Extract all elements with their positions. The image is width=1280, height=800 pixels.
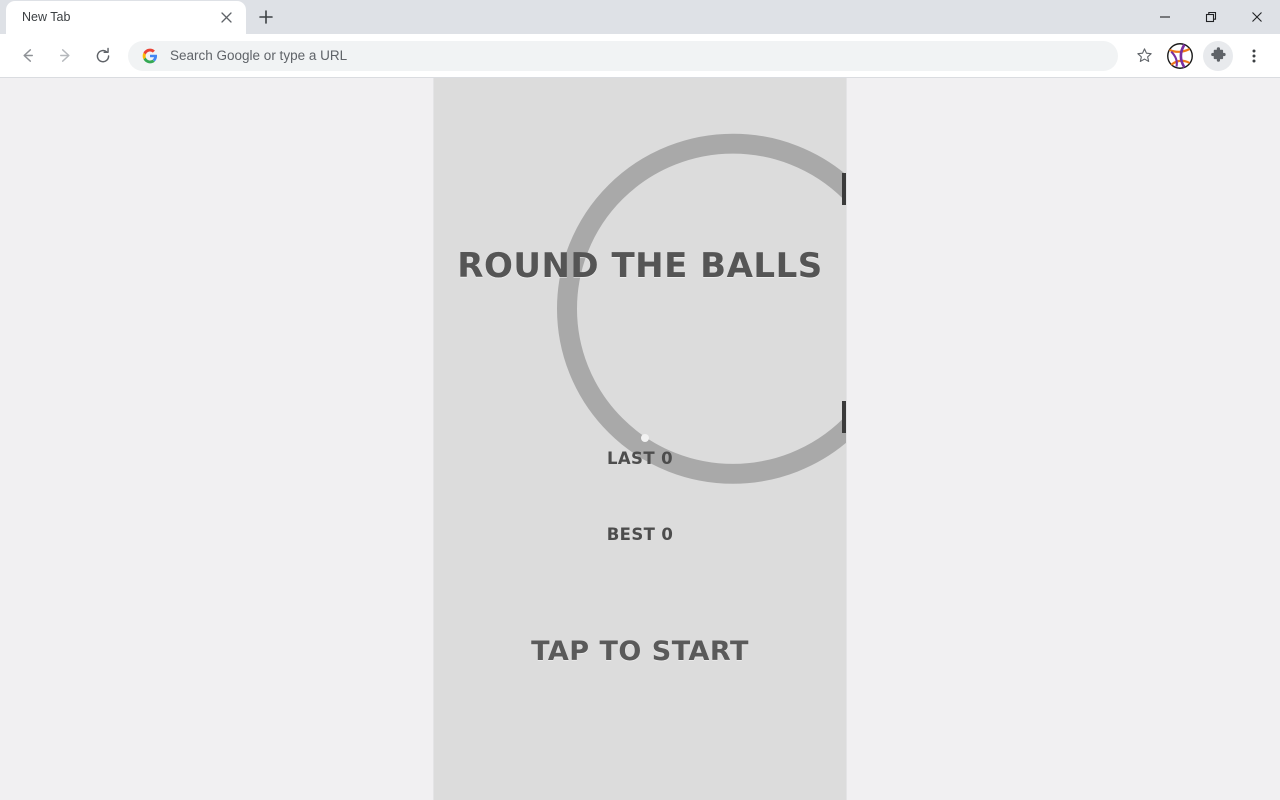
arrow-left-icon[interactable] [11, 40, 43, 72]
minimize-icon[interactable] [1142, 0, 1188, 34]
ring-edge-mark-bottom [842, 401, 846, 433]
address-bar-placeholder: Search Google or type a URL [170, 48, 348, 63]
game-title: ROUND THE BALLS [457, 246, 823, 286]
tap-to-start-button[interactable]: TAP TO START [434, 636, 846, 667]
toolbar-actions [1126, 40, 1272, 71]
ring-edge-mark-top [842, 173, 846, 205]
address-bar[interactable]: Search Google or type a URL [128, 40, 1118, 71]
maximize-icon[interactable] [1188, 0, 1234, 34]
star-icon[interactable] [1129, 41, 1159, 71]
window-controls [1142, 0, 1280, 34]
player-ball [641, 434, 649, 442]
new-tab-button[interactable] [252, 3, 280, 31]
arrow-right-icon[interactable] [49, 40, 81, 72]
best-score: BEST 0 [606, 525, 674, 544]
tab-new-tab[interactable]: New Tab [6, 1, 246, 34]
tab-title: New Tab [22, 10, 71, 24]
puzzle-icon[interactable] [1203, 40, 1233, 71]
tab-strip: New Tab [0, 0, 1280, 34]
browser-toolbar: Search Google or type a URL [0, 34, 1280, 78]
page-viewport: ROUND THE BALLS LAST 0 BEST 0 TAP TO STA… [0, 78, 1280, 800]
close-icon[interactable] [216, 8, 236, 28]
google-g-icon [142, 48, 158, 64]
reload-icon[interactable] [87, 40, 119, 72]
close-window-icon[interactable] [1234, 0, 1280, 34]
browser-window: New Tab Search Google or type a URL ROUN… [0, 0, 1280, 800]
ball-icon[interactable] [1165, 41, 1195, 71]
three-dot-menu-icon[interactable] [1239, 41, 1269, 71]
game-canvas-frame[interactable]: ROUND THE BALLS LAST 0 BEST 0 TAP TO STA… [433, 78, 847, 800]
orbit-ring [557, 133, 846, 484]
game-stage[interactable]: ROUND THE BALLS LAST 0 BEST 0 TAP TO STA… [434, 78, 846, 800]
last-score: LAST 0 [606, 449, 674, 468]
